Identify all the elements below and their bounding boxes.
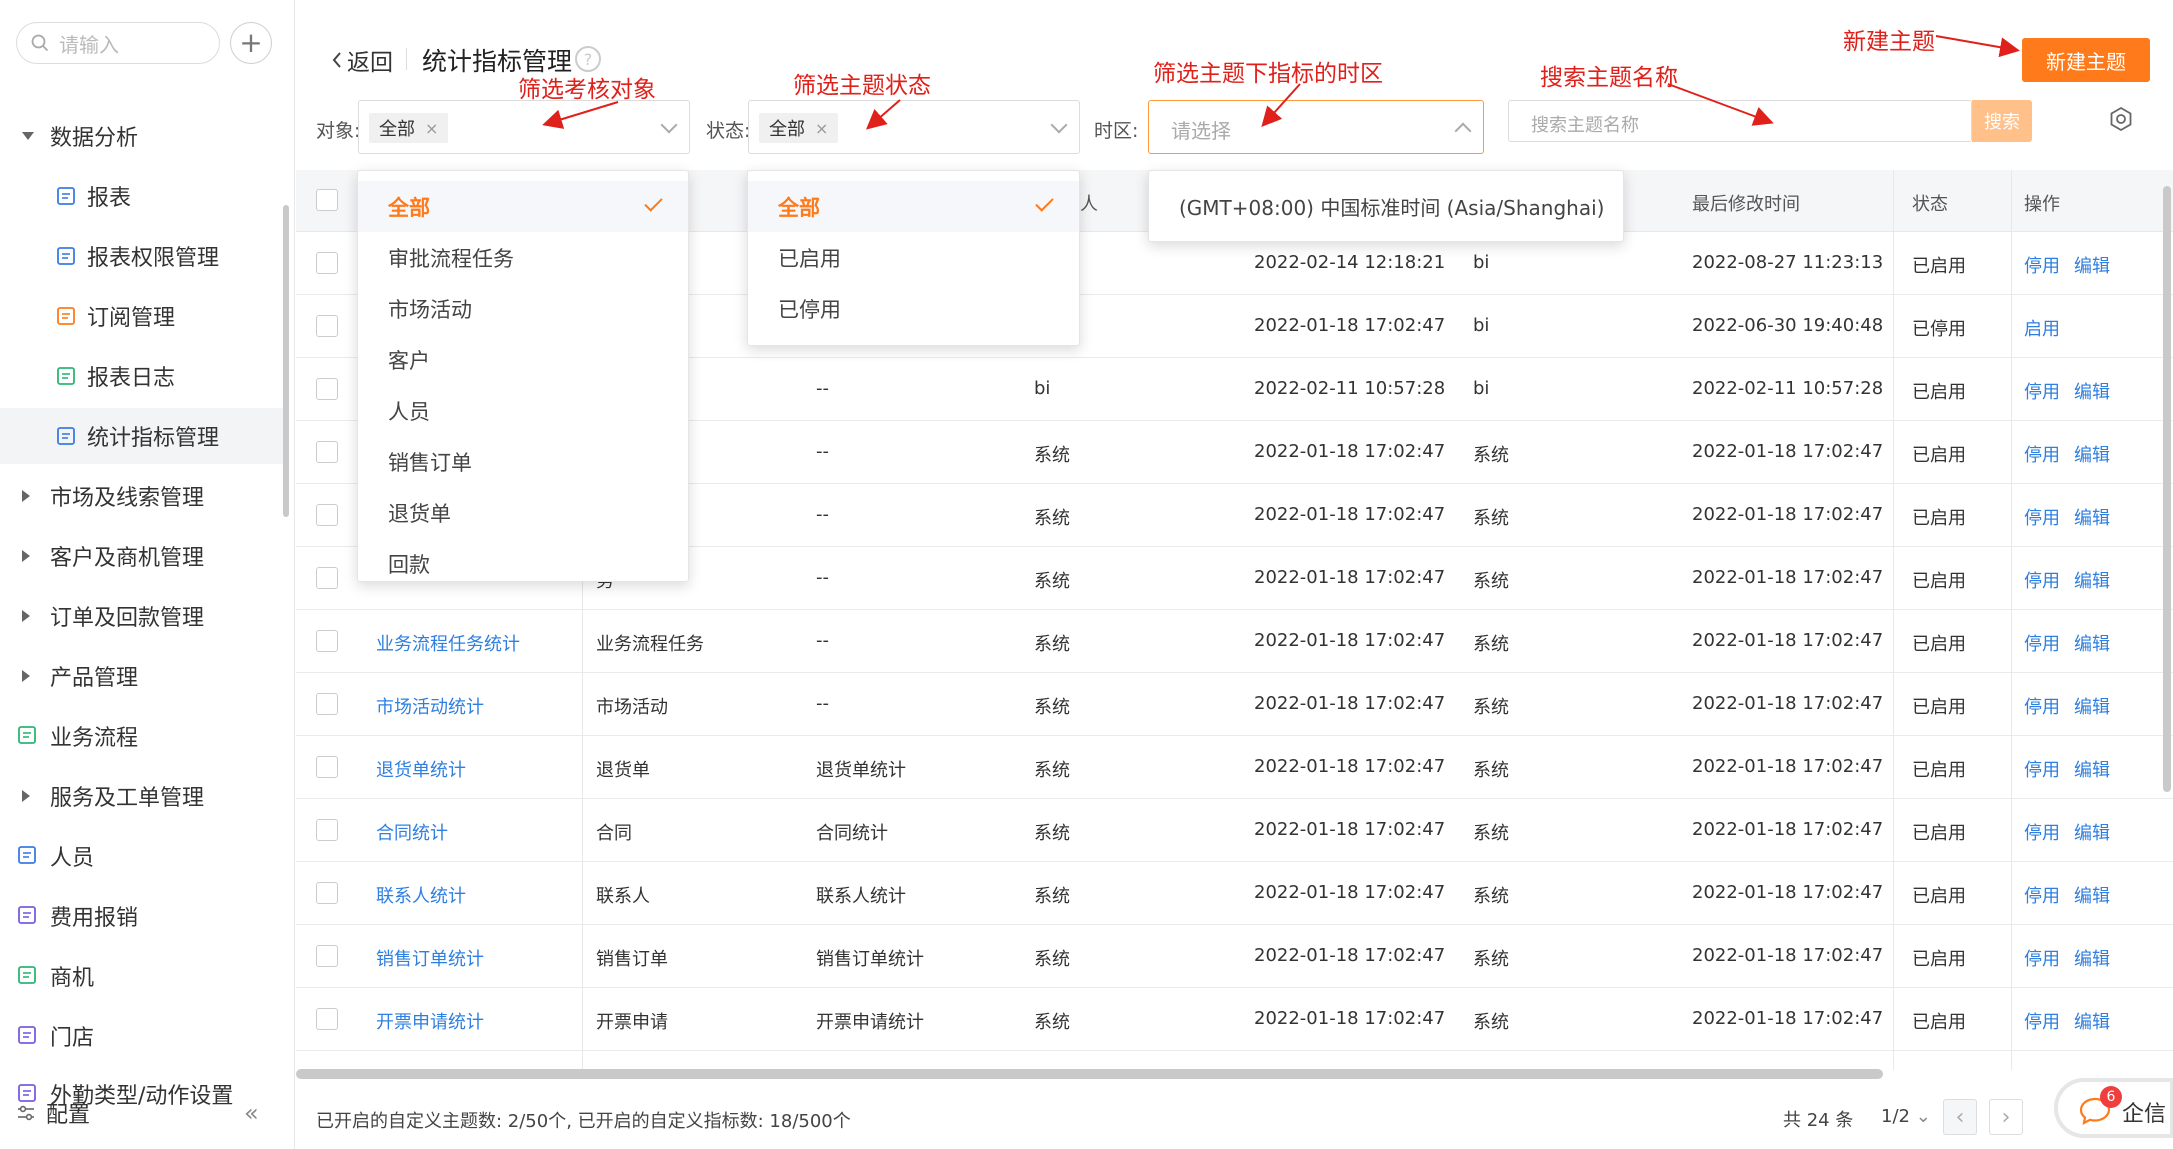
app-root: 请输入 + 数据分析 报表 报表权限管理 订阅管理 报表日志 统计指标管理 市场及线索管理客… <box>0 0 2173 1149</box>
annotation-arrows <box>542 35 2020 130</box>
